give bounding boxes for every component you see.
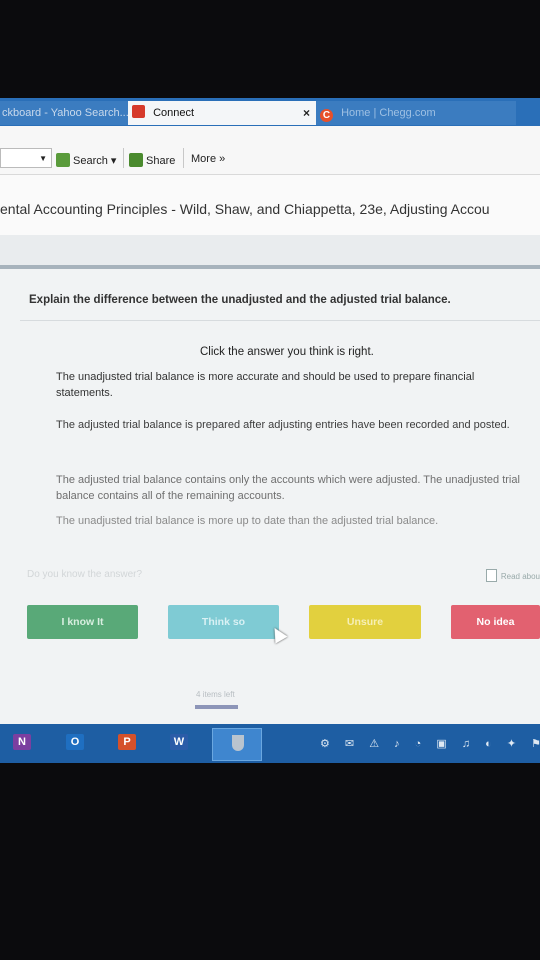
document-icon — [485, 569, 497, 582]
answer-option[interactable]: The adjusted trial balance is prepared a… — [56, 417, 526, 433]
search-icon — [56, 153, 70, 167]
onenote-app-icon[interactable]: N — [13, 734, 31, 750]
tab-yahoo-search[interactable]: ckboard - Yahoo Search... — [0, 101, 128, 125]
hint-text: Do you know the answer? — [27, 569, 143, 580]
progress-bar — [195, 705, 238, 709]
system-tray-icons[interactable]: ⚙ ✉ ⚠ ♪ ◔ ▣ ♫ ◐ ✦ ⚑ — [320, 737, 540, 750]
answer-option[interactable]: The unadjusted trial balance is more acc… — [56, 369, 526, 401]
browser-toolbar: ▼ Search ▾ Share More » — [0, 126, 540, 175]
powerpoint-app-icon[interactable]: P — [118, 734, 136, 750]
share-label: Share — [146, 155, 176, 167]
tab-label: Connect — [153, 107, 195, 119]
think-so-button[interactable]: Think so — [168, 605, 279, 639]
question-text: Explain the difference between the unadj… — [29, 294, 451, 306]
tab-label: ckboard - Yahoo Search... — [2, 107, 128, 119]
i-know-it-button[interactable]: I know It — [27, 605, 138, 639]
search-button[interactable]: Search ▾ — [56, 153, 116, 167]
tab-label: Home | Chegg.com — [341, 107, 436, 119]
quiz-panel: Explain the difference between the unadj… — [0, 269, 540, 724]
instruction-text: Click the answer you think is right. — [200, 346, 374, 358]
tab-chegg[interactable]: C Home | Chegg.com — [316, 101, 516, 125]
address-dropdown[interactable]: ▼ — [0, 148, 52, 168]
browser-tab-bar: ckboard - Yahoo Search... Connect × C Ho… — [0, 98, 540, 126]
question-divider — [20, 320, 540, 321]
progress-fill — [195, 705, 238, 709]
answer-option[interactable]: The unadjusted trial balance is more up … — [56, 513, 526, 529]
course-header: ental Accounting Principles - Wild, Shaw… — [0, 175, 540, 235]
share-button[interactable]: Share — [129, 153, 175, 167]
security-app-button[interactable] — [212, 728, 262, 761]
more-label: More » — [191, 153, 226, 165]
outlook-app-icon[interactable]: O — [66, 734, 84, 750]
chevron-down-icon: ▼ — [39, 154, 47, 163]
chegg-favicon-icon: C — [320, 109, 333, 122]
answer-option[interactable]: The adjusted trial balance contains only… — [56, 472, 526, 504]
taskbar: N O P W ⚙ ✉ ⚠ ♪ ◔ ▣ ♫ ◐ ✦ ⚑ — [0, 724, 540, 763]
read-about-label: Read abou — [500, 572, 540, 581]
search-label: Search — [73, 155, 108, 167]
word-app-icon[interactable]: W — [170, 734, 188, 750]
screen: ckboard - Yahoo Search... Connect × C Ho… — [0, 98, 540, 763]
connect-favicon-icon — [132, 105, 145, 118]
no-idea-button[interactable]: No idea — [451, 605, 540, 639]
items-left-text: 4 items left — [196, 690, 235, 699]
toolbar-divider — [123, 148, 124, 168]
shield-icon — [232, 735, 244, 751]
unsure-button[interactable]: Unsure — [309, 605, 421, 639]
toolbar-divider — [183, 148, 184, 168]
page-title: ental Accounting Principles - Wild, Shaw… — [0, 201, 490, 217]
read-about-link[interactable]: Read abou — [485, 569, 540, 582]
tab-close-icon[interactable]: × — [303, 101, 310, 125]
tab-connect[interactable]: Connect × — [128, 101, 318, 125]
share-icon — [129, 153, 143, 167]
more-button[interactable]: More » — [191, 153, 225, 165]
